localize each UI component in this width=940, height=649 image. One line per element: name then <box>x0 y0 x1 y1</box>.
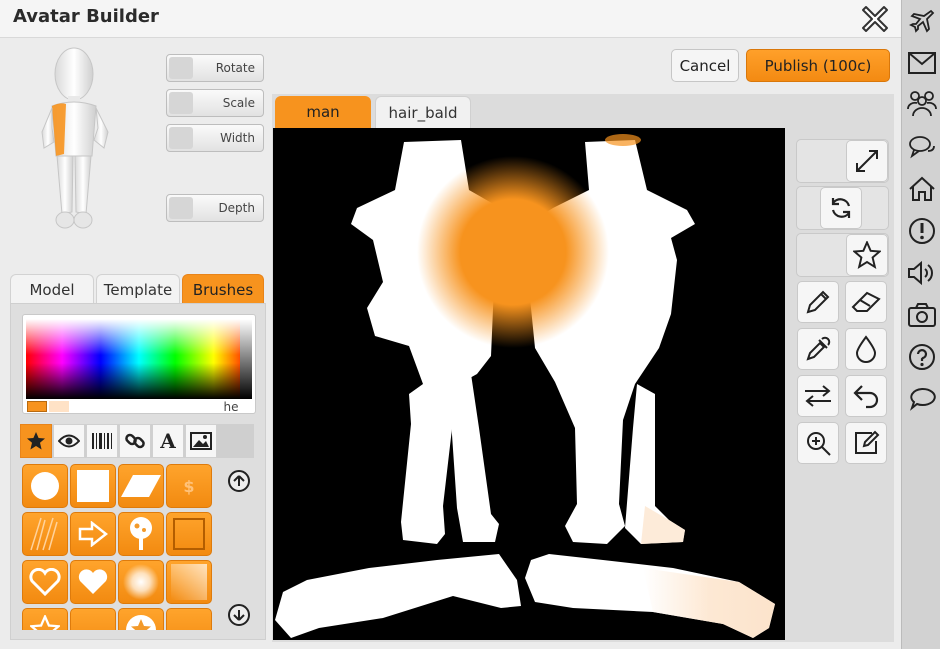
parallelogram-brush-icon[interactable] <box>118 464 164 508</box>
hex-input[interactable] <box>211 401 251 413</box>
square-brush-icon[interactable] <box>70 464 116 508</box>
brush-category-tabs: A <box>20 424 254 458</box>
color-spectrum[interactable] <box>26 319 252 399</box>
alert-icon[interactable] <box>905 214 939 248</box>
depth-knob[interactable] <box>169 197 193 219</box>
scratch-brush-icon[interactable] <box>22 512 68 556</box>
window-title: Avatar Builder <box>13 6 159 27</box>
primary-color-swatch[interactable] <box>27 401 47 412</box>
link-icon[interactable] <box>119 424 151 458</box>
scale-label: Scale <box>222 96 255 110</box>
scale-control[interactable]: Scale <box>166 89 264 117</box>
rotate-knob[interactable] <box>169 57 193 79</box>
mail-icon[interactable] <box>905 46 939 80</box>
avatar-builder-window: Avatar Builder Rotate Scale Width Depth … <box>0 0 901 649</box>
rotate-label: Rotate <box>215 61 255 75</box>
scale-knob[interactable] <box>169 92 193 114</box>
soft-circle-brush-icon[interactable] <box>118 560 164 604</box>
comment-icon[interactable] <box>905 382 939 416</box>
undo-icon[interactable] <box>845 375 887 417</box>
tab-model[interactable]: Model <box>10 274 94 304</box>
app-sidebar <box>901 0 940 649</box>
friends-icon[interactable] <box>905 86 939 120</box>
circle-brush-icon[interactable] <box>22 464 68 508</box>
texture-brush-icon[interactable] <box>166 608 212 630</box>
star-badge-brush-icon[interactable] <box>118 608 164 630</box>
zoom-in-icon[interactable] <box>797 422 839 464</box>
color-picker <box>22 314 256 414</box>
eyedropper-icon[interactable] <box>797 328 839 370</box>
width-knob[interactable] <box>169 127 193 149</box>
heart-brush-icon[interactable] <box>70 560 116 604</box>
camera-icon[interactable] <box>905 298 939 332</box>
eye-icon[interactable] <box>53 424 85 458</box>
image-icon[interactable] <box>185 424 217 458</box>
dollar-brush-icon[interactable]: $ <box>166 464 212 508</box>
depth-control[interactable]: Depth <box>166 194 264 222</box>
chat-icon[interactable] <box>905 130 939 164</box>
tree-brush-icon[interactable] <box>118 512 164 556</box>
barcode-icon[interactable] <box>86 424 118 458</box>
gradient-brush-icon[interactable] <box>166 560 212 604</box>
width-control[interactable]: Width <box>166 124 264 152</box>
brush-scroll-down-icon[interactable] <box>228 604 250 626</box>
brush-scroll-up-icon[interactable] <box>228 470 250 492</box>
tab-brushes[interactable]: Brushes <box>182 274 264 304</box>
left-panel-tabs: Model Template Brushes <box>10 274 264 304</box>
paint-blob <box>417 156 609 348</box>
blank-brush-icon[interactable] <box>70 608 116 630</box>
uv-arm-left <box>275 554 521 638</box>
swap-icon[interactable] <box>797 375 839 417</box>
heart-outline-brush-icon[interactable] <box>22 560 68 604</box>
text-icon[interactable]: A <box>152 424 184 458</box>
publish-button[interactable]: Publish (100c) <box>746 49 890 82</box>
home-icon[interactable] <box>905 172 939 206</box>
sound-icon[interactable] <box>905 256 939 290</box>
help-icon[interactable] <box>905 340 939 374</box>
close-icon[interactable] <box>860 4 890 34</box>
edit-icon[interactable] <box>845 422 887 464</box>
width-label: Width <box>220 131 255 145</box>
airplane-icon[interactable] <box>905 4 939 38</box>
brightness-strip[interactable] <box>240 319 252 399</box>
rotate-control[interactable]: Rotate <box>166 54 264 82</box>
texture-canvas[interactable] <box>273 128 785 640</box>
square-outline-brush-icon[interactable] <box>166 512 212 556</box>
tab-template[interactable]: Template <box>96 274 180 304</box>
arrow-brush-icon[interactable] <box>70 512 116 556</box>
cancel-button[interactable]: Cancel <box>671 49 739 82</box>
tab-man[interactable]: man <box>275 96 371 128</box>
secondary-color-swatch[interactable] <box>49 401 69 412</box>
star-icon[interactable] <box>20 424 52 458</box>
pencil-icon[interactable] <box>797 281 839 323</box>
star-outline-brush-icon[interactable] <box>22 608 68 630</box>
expand-icon[interactable] <box>846 140 888 182</box>
titlebar: Avatar Builder <box>0 0 901 38</box>
tab-hair-bald[interactable]: hair_bald <box>375 96 471 128</box>
star-icon[interactable] <box>846 234 888 276</box>
brush-grid: $ <box>20 462 216 630</box>
avatar-preview[interactable] <box>30 44 122 240</box>
refresh-icon[interactable] <box>820 187 862 229</box>
depth-label: Depth <box>218 201 255 215</box>
eraser-icon[interactable] <box>845 281 887 323</box>
drop-icon[interactable] <box>845 328 887 370</box>
